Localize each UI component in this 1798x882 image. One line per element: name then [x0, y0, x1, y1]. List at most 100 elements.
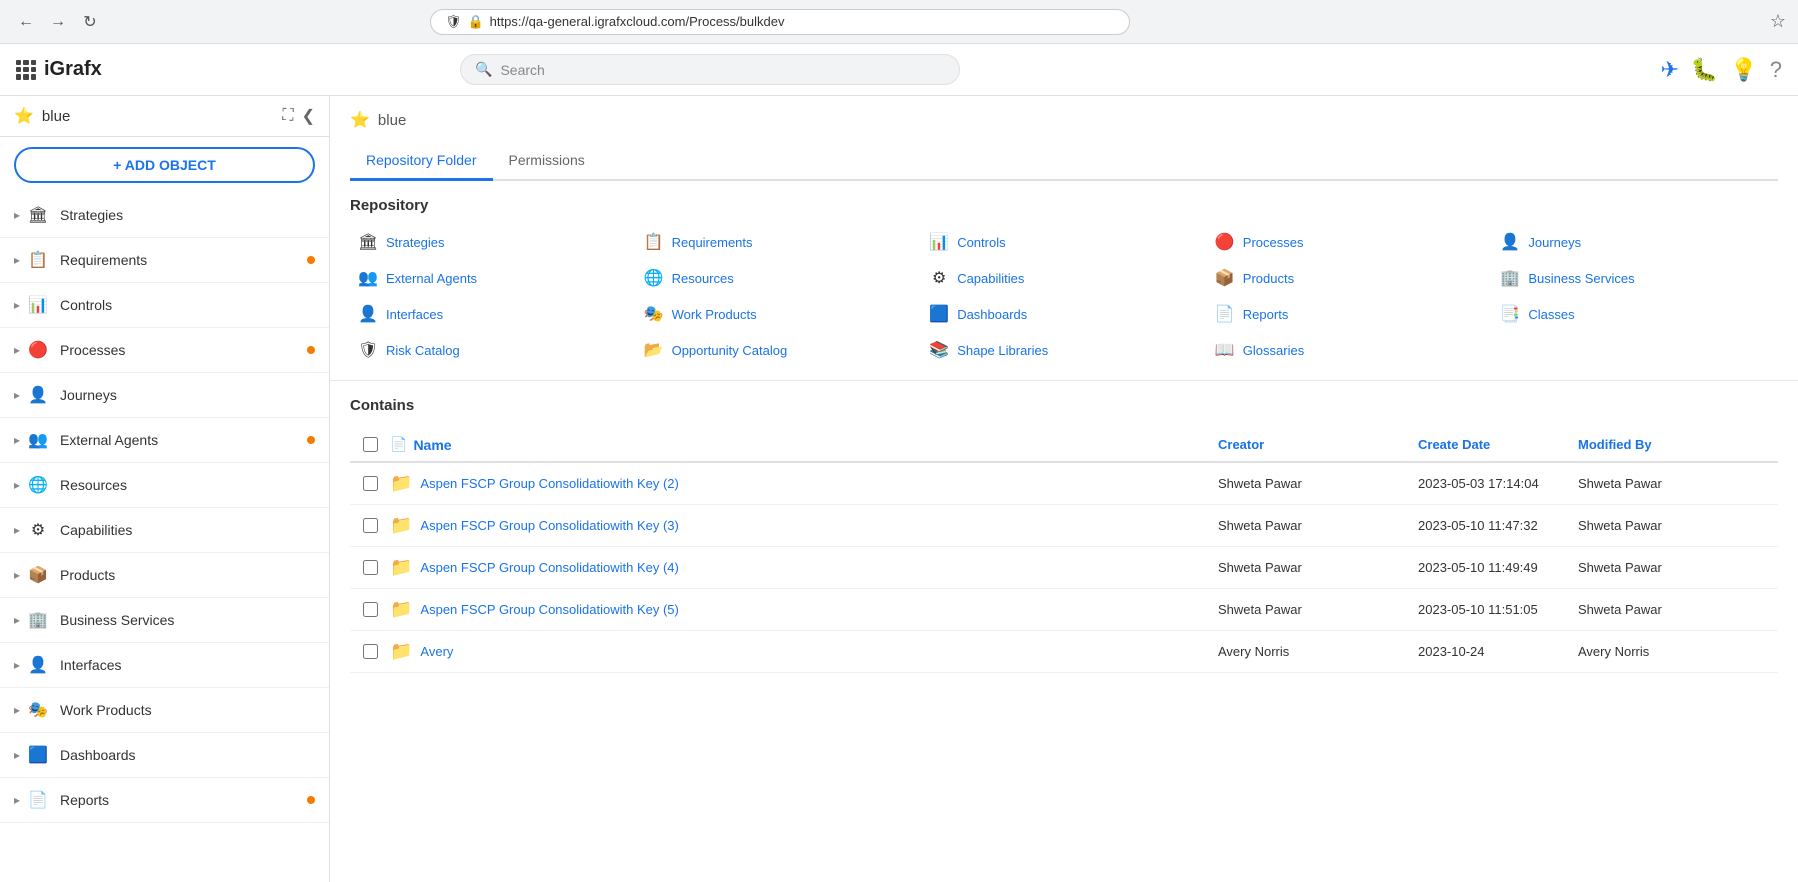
repo-item-label: Strategies: [386, 235, 445, 250]
sidebar-item-work-products[interactable]: ▸ 🎭 Work Products: [0, 688, 329, 733]
folder-icon: 📁: [390, 515, 412, 536]
help-icon[interactable]: ?: [1770, 57, 1782, 83]
repo-item-label: Business Services: [1528, 271, 1634, 286]
sidebar-item-resources[interactable]: ▸ 🌐 Resources: [0, 463, 329, 508]
repo-item-classes[interactable]: 📑 Classes: [1492, 300, 1778, 328]
repo-item-business-services[interactable]: 🏢 Business Services: [1492, 264, 1778, 292]
capabilities-icon: ⚙: [26, 518, 50, 542]
row-checkbox[interactable]: [363, 476, 378, 491]
resources-repo-icon: 🌐: [644, 268, 664, 288]
reports-icon: 📄: [26, 788, 50, 812]
sidebar-item-capabilities[interactable]: ▸ ⚙ Capabilities: [0, 508, 329, 553]
work-products-icon: 🎭: [26, 698, 50, 722]
strategies-icon: 🏛: [26, 203, 50, 227]
status-dot: [307, 571, 315, 579]
sidebar-item-external-agents[interactable]: ▸ 👥 External Agents: [0, 418, 329, 463]
sidebar-item-dashboards[interactable]: ▸ 🟦 Dashboards: [0, 733, 329, 778]
status-dot: [307, 211, 315, 219]
repo-item-label: Work Products: [672, 307, 757, 322]
repo-item-dashboards[interactable]: 🟦 Dashboards: [921, 300, 1207, 328]
repo-item-glossaries[interactable]: 📖 Glossaries: [1207, 336, 1493, 364]
row-name-cell[interactable]: 📁 Aspen FSCP Group Consolidatiowith Key …: [390, 599, 1218, 620]
row-checkbox[interactable]: [363, 518, 378, 533]
row-checkbox-cell[interactable]: [350, 476, 390, 491]
repo-item-reports[interactable]: 📄 Reports: [1207, 300, 1493, 328]
repo-item-resources[interactable]: 🌐 Resources: [636, 264, 922, 292]
repo-item-opportunity-catalog[interactable]: 📂 Opportunity Catalog: [636, 336, 922, 364]
repo-item-label: Interfaces: [386, 307, 443, 322]
sidebar-item-label: Strategies: [60, 207, 307, 223]
sidebar-item-products[interactable]: ▸ 📦 Products: [0, 553, 329, 598]
sidebar-item-controls[interactable]: ▸ 📊 Controls: [0, 283, 329, 328]
sidebar-item-interfaces[interactable]: ▸ 👤 Interfaces: [0, 643, 329, 688]
status-dot: [307, 616, 315, 624]
repo-item-strategies[interactable]: 🏛 Strategies: [350, 228, 636, 256]
collapse-sidebar-button[interactable]: ❮: [302, 106, 315, 126]
integrations-icon[interactable]: ✈: [1660, 57, 1678, 83]
tab-repository-folder[interactable]: Repository Folder: [350, 142, 493, 181]
sidebar-item-label: Resources: [60, 477, 307, 493]
strategies-repo-icon: 🏛: [358, 232, 378, 252]
status-dot: [307, 481, 315, 489]
expand-chevron: ▸: [14, 703, 20, 717]
row-modified-by: Shweta Pawar: [1578, 476, 1778, 491]
address-bar[interactable]: 🛡 🔒 https://qa-general.igrafxcloud.com/P…: [430, 9, 1130, 35]
row-checkbox-cell[interactable]: [350, 602, 390, 617]
interfaces-icon: 👤: [26, 653, 50, 677]
row-checkbox-cell[interactable]: [350, 560, 390, 575]
lock-icon: 🔒: [467, 14, 483, 30]
sidebar-item-journeys[interactable]: ▸ 👤 Journeys: [0, 373, 329, 418]
controls-repo-icon: 📊: [929, 232, 949, 252]
row-checkbox[interactable]: [363, 560, 378, 575]
row-create-date: 2023-10-24: [1418, 644, 1578, 659]
row-name-cell[interactable]: 📁 Aspen FSCP Group Consolidatiowith Key …: [390, 557, 1218, 578]
row-name-cell[interactable]: 📁 Avery: [390, 641, 1218, 662]
row-creator: Shweta Pawar: [1218, 518, 1418, 533]
repo-item-work-products[interactable]: 🎭 Work Products: [636, 300, 922, 328]
repo-item-controls[interactable]: 📊 Controls: [921, 228, 1207, 256]
tab-permissions[interactable]: Permissions: [493, 142, 601, 181]
sidebar-item-label: Business Services: [60, 612, 307, 628]
forward-button[interactable]: →: [44, 8, 72, 36]
repo-item-interfaces[interactable]: 👤 Interfaces: [350, 300, 636, 328]
bug-icon[interactable]: 🐛: [1691, 57, 1718, 83]
repo-item-products[interactable]: 📦 Products: [1207, 264, 1493, 292]
row-name-cell[interactable]: 📁 Aspen FSCP Group Consolidatiowith Key …: [390, 515, 1218, 536]
search-bar-container[interactable]: 🔍 Search: [460, 54, 960, 85]
folder-icon: 📁: [390, 473, 412, 494]
repo-item-external-agents[interactable]: 👥 External Agents: [350, 264, 636, 292]
header-checkbox-cell[interactable]: [350, 437, 390, 452]
row-checkbox[interactable]: [363, 602, 378, 617]
repo-item-shape-libraries[interactable]: 📚 Shape Libraries: [921, 336, 1207, 364]
row-modified-by: Avery Norris: [1578, 644, 1778, 659]
reload-button[interactable]: ↻: [76, 8, 104, 36]
select-all-checkbox[interactable]: [363, 437, 378, 452]
row-checkbox[interactable]: [363, 644, 378, 659]
row-checkbox-cell[interactable]: [350, 518, 390, 533]
bookmark-button[interactable]: ☆: [1770, 11, 1786, 32]
repo-item-capabilities[interactable]: ⚙ Capabilities: [921, 264, 1207, 292]
expand-icon[interactable]: ⛶: [282, 106, 293, 126]
row-name-cell[interactable]: 📁 Aspen FSCP Group Consolidatiowith Key …: [390, 473, 1218, 494]
repo-item-processes[interactable]: 🔴 Processes: [1207, 228, 1493, 256]
back-button[interactable]: ←: [12, 8, 40, 36]
sidebar-item-label: Products: [60, 567, 307, 583]
folder-icon: 📁: [390, 599, 412, 620]
sidebar-item-label: Capabilities: [60, 522, 307, 538]
add-object-button[interactable]: + ADD OBJECT: [14, 147, 315, 183]
repo-item-journeys[interactable]: 👤 Journeys: [1492, 228, 1778, 256]
row-checkbox-cell[interactable]: [350, 644, 390, 659]
products-repo-icon: 📦: [1215, 268, 1235, 288]
lightbulb-icon[interactable]: 💡: [1730, 57, 1757, 83]
repo-item-risk-catalog[interactable]: 🛡 Risk Catalog: [350, 336, 636, 364]
expand-chevron: ▸: [14, 388, 20, 402]
column-header-name: Name: [413, 437, 451, 453]
sidebar-item-reports[interactable]: ▸ 📄 Reports: [0, 778, 329, 823]
sidebar-item-requirements[interactable]: ▸ 📋 Requirements: [0, 238, 329, 283]
sidebar-item-processes[interactable]: ▸ 🔴 Processes: [0, 328, 329, 373]
content-area: ⭐ blue Repository Folder Permissions Rep…: [330, 96, 1798, 882]
sidebar-item-business-services[interactable]: ▸ 🏢 Business Services: [0, 598, 329, 643]
sidebar-item-strategies[interactable]: ▸ 🏛 Strategies: [0, 193, 329, 238]
journeys-icon: 👤: [26, 383, 50, 407]
repo-item-requirements[interactable]: 📋 Requirements: [636, 228, 922, 256]
